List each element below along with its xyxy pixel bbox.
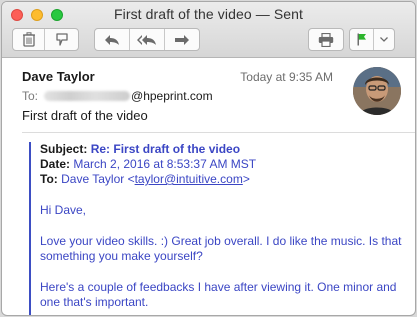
reply-icon [105, 34, 119, 45]
junk-button[interactable] [45, 29, 78, 50]
quoted-to-name: Dave Taylor < [61, 172, 135, 186]
quoted-subject-row: Subject: Re: First draft of the video [40, 142, 405, 157]
reply-group [94, 28, 200, 51]
trash-icon [22, 32, 35, 47]
avatar [353, 67, 401, 115]
quoted-to-email-link[interactable]: taylor@intuitive.com [135, 172, 243, 186]
quoted-date-value: March 2, 2016 at 8:53:37 AM MST [73, 157, 257, 171]
flag-group [349, 28, 395, 51]
quoted-paragraph-2: Here's a couple of feedbacks I have afte… [40, 280, 397, 309]
junk-icon [55, 33, 68, 46]
recipient-line: To: @hpeprint.com [22, 89, 213, 103]
quoted-paragraph-1: Love your video skills. :) Great job ove… [40, 234, 402, 263]
print-button[interactable] [309, 29, 343, 50]
quoted-to-label: To: [40, 172, 58, 186]
mail-window: First draft of the video — Sent Dave Tay… [1, 1, 416, 316]
flag-menu-button[interactable] [374, 29, 394, 50]
trash-button[interactable] [13, 29, 45, 50]
quoted-message: Subject: Re: First draft of the video Da… [29, 142, 405, 315]
quoted-to-close: > [242, 172, 250, 186]
recipient-domain[interactable]: @hpeprint.com [131, 89, 213, 103]
to-label: To: [22, 89, 39, 103]
header-divider [22, 132, 415, 133]
quoted-to-row: To: Dave Taylor <taylor@intuitive.com> [40, 172, 405, 187]
message-subject: First draft of the video [22, 108, 148, 123]
delete-junk-group [12, 28, 79, 51]
message-header: Dave Taylor Today at 9:35 AM To: @hpepri… [2, 59, 415, 129]
toolbar: First draft of the video — Sent [2, 2, 415, 58]
quoted-date-row: Date: March 2, 2016 at 8:53:37 AM MST [40, 157, 405, 172]
flag-button[interactable] [350, 29, 374, 50]
message-timestamp: Today at 9:35 AM [240, 70, 333, 84]
reply-all-button[interactable] [130, 29, 165, 50]
quoted-greeting: Hi Dave, [40, 203, 87, 217]
quoted-subject-value: Re: First draft of the video [90, 142, 241, 156]
window-title: First draft of the video — Sent [113, 6, 304, 22]
flag-icon [357, 33, 366, 46]
forward-icon [175, 34, 189, 45]
quoted-subject-label: Subject: [40, 142, 88, 156]
quoted-date-label: Date: [40, 157, 71, 171]
print-icon [318, 32, 334, 47]
redacted-address [44, 91, 131, 101]
print-group [308, 28, 344, 51]
reply-button[interactable] [95, 29, 130, 50]
forward-button[interactable] [165, 29, 199, 50]
sender-name[interactable]: Dave Taylor [22, 69, 95, 84]
reply-all-icon [137, 34, 156, 45]
chevron-down-icon [380, 37, 388, 42]
